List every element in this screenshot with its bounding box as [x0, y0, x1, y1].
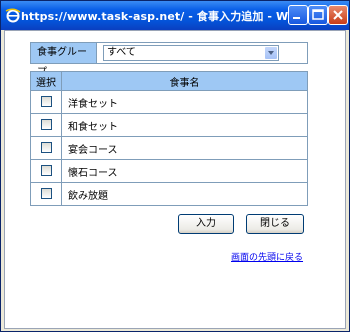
- popup-window: https://www.task-asp.net/ - 食事入力追加 - Win…: [0, 0, 350, 332]
- select-cell: [30, 182, 62, 206]
- column-header-meal-name: 食事名: [61, 71, 308, 91]
- row-checkbox[interactable]: [40, 119, 52, 131]
- minimize-icon: [293, 17, 300, 19]
- meal-name-cell: 和食セット: [61, 113, 308, 137]
- row-checkbox[interactable]: [40, 96, 52, 108]
- select-cell: [30, 90, 62, 114]
- select-cell: [30, 113, 62, 137]
- back-to-top-link[interactable]: 画面の先頭に戻る: [231, 250, 303, 263]
- chevron-down-icon[interactable]: [265, 47, 277, 59]
- meal-group-selected-value: すべて: [107, 47, 136, 58]
- meal-name-cell: 宴会コース: [61, 136, 308, 160]
- title-bar[interactable]: https://www.task-asp.net/ - 食事入力追加 - Win…: [1, 1, 349, 30]
- submit-button[interactable]: 入力: [178, 214, 234, 234]
- row-checkbox[interactable]: [40, 142, 52, 154]
- table-row: 飲み放題: [30, 182, 308, 206]
- dialog-content: 食事グループ すべて 選択 食事名 洋食セット 和食セット: [4, 30, 346, 329]
- meal-group-label: 食事グループ: [31, 43, 97, 78]
- ie-icon: [5, 8, 21, 23]
- row-checkbox[interactable]: [40, 188, 52, 200]
- meal-group-filter: 食事グループ すべて: [30, 42, 308, 78]
- minimize-button[interactable]: [288, 5, 308, 25]
- table-row: 和食セット: [30, 113, 308, 137]
- table-row: 懐石コース: [30, 159, 308, 183]
- column-header-select: 選択: [30, 71, 62, 91]
- table-header-row: 選択 食事名: [30, 71, 308, 91]
- select-cell: [30, 136, 62, 160]
- meal-name-cell: 洋食セット: [61, 90, 308, 114]
- close-icon: [333, 10, 343, 20]
- select-cell: [30, 159, 62, 183]
- maximize-icon: [312, 9, 324, 20]
- meal-group-select[interactable]: すべて: [103, 45, 279, 61]
- table-row: 宴会コース: [30, 136, 308, 160]
- meal-name-cell: 懐石コース: [61, 159, 308, 183]
- maximize-button[interactable]: [308, 5, 328, 25]
- meal-name-cell: 飲み放題: [61, 182, 308, 206]
- close-button[interactable]: 閉じる: [246, 214, 304, 234]
- close-window-button[interactable]: [328, 5, 348, 25]
- table-row: 洋食セット: [30, 90, 308, 114]
- meal-table: 選択 食事名 洋食セット 和食セット 宴会コース 懐石コース 飲み放題: [30, 71, 308, 206]
- row-checkbox[interactable]: [40, 165, 52, 177]
